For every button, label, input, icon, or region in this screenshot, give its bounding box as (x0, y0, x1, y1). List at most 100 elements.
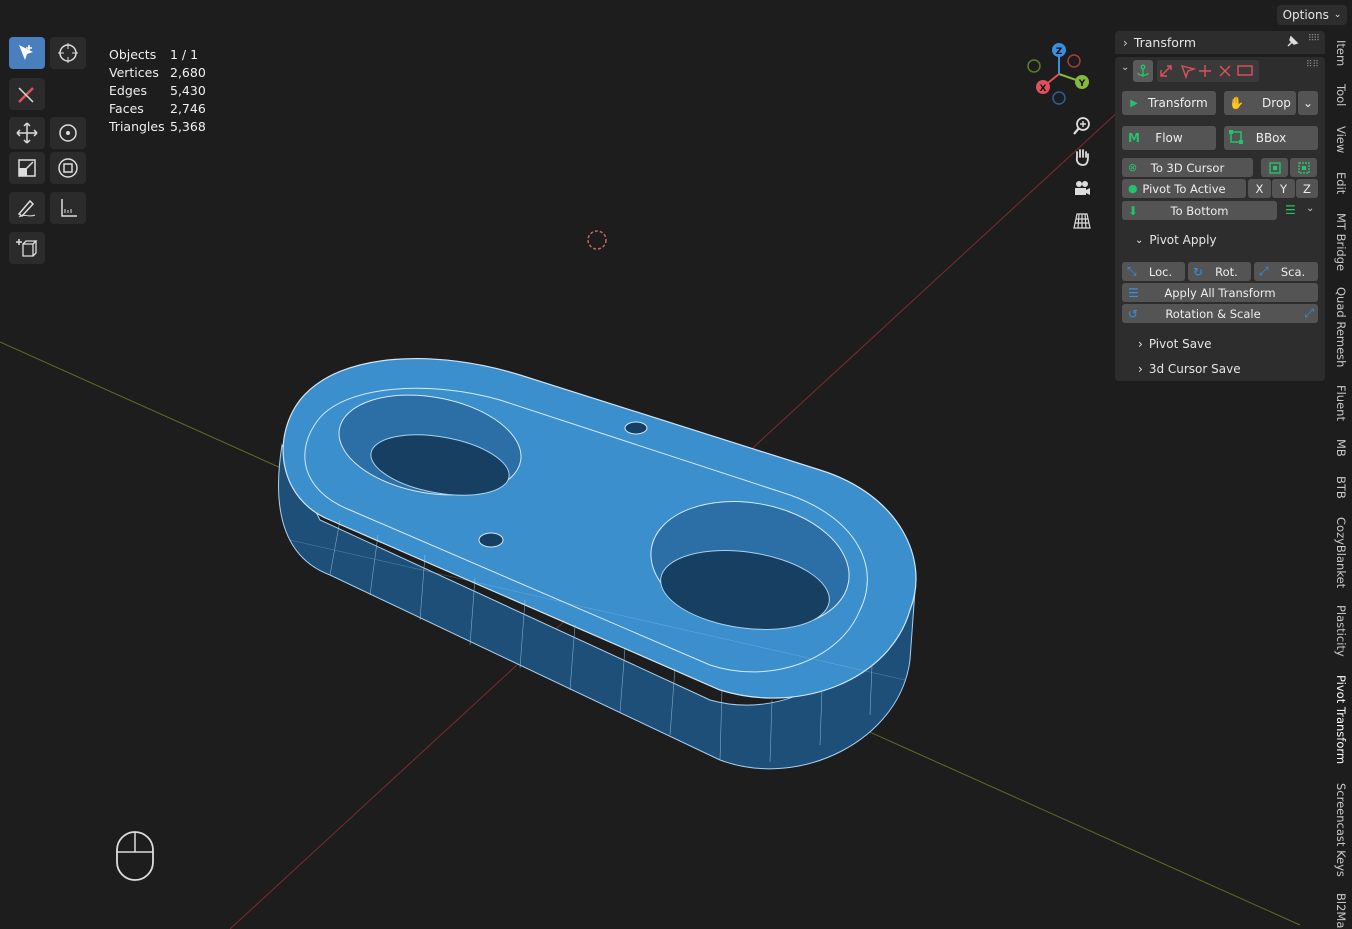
apply-all-transform-button[interactable]: ☰ Apply All Transform (1122, 283, 1318, 302)
rotate-tool[interactable] (50, 117, 86, 149)
rotation-icon: ↻ (1193, 264, 1204, 279)
transform-tool[interactable] (50, 152, 86, 184)
axis-gizmo[interactable]: Z Y X (1022, 40, 1096, 108)
select-box-tool[interactable] (9, 37, 45, 69)
cursor-target-icon: ⊗ (1128, 161, 1138, 174)
sidebar-tab-bl2ma[interactable]: Bl2Ma (1334, 893, 1348, 928)
sidebar-tab-fluent[interactable]: Fluent (1334, 385, 1348, 421)
to-3d-cursor-button[interactable]: ⊗ To 3D Cursor (1122, 158, 1253, 177)
stat-value: 2,746 (170, 101, 206, 116)
rotation-scale-button[interactable]: ↺ Rotation & Scale ⤢ (1122, 304, 1318, 323)
sidebar-tab-quad-remesh[interactable]: Quad Remesh (1334, 287, 1348, 367)
stat-value: 5,430 (170, 83, 206, 98)
origin-square-icon (1268, 161, 1281, 174)
sidebar-tab-mt-bridge[interactable]: MT Bridge (1334, 213, 1348, 271)
options-label: Options (1282, 8, 1329, 22)
transform-button[interactable]: ▶ Transform (1122, 91, 1216, 115)
mode-tabs[interactable] (1157, 60, 1259, 82)
camera-control[interactable] (1070, 177, 1094, 201)
gizmo-z-label: Z (1056, 47, 1063, 57)
mesh-small-hole-2 (478, 532, 504, 548)
measure-tool[interactable] (50, 192, 86, 224)
apply-rotation-button[interactable]: ↻ Rot. (1188, 262, 1251, 281)
drag-handle-icon[interactable]: ⠿⠿ (1308, 34, 1320, 44)
sidebar-tab-cozyblanket[interactable]: CozyBlanket (1334, 517, 1348, 588)
gizmo-x-label: X (1040, 84, 1047, 94)
chevron-down-icon: ⌄ (1333, 10, 1342, 20)
sliders-icon[interactable]: ☰ (1285, 203, 1296, 217)
anchor-mode-button[interactable] (1133, 60, 1153, 82)
bbox-button[interactable]: BBox (1224, 126, 1318, 150)
pivot-to-active-button[interactable]: ● Pivot To Active (1122, 179, 1246, 198)
options-dropdown[interactable]: Options ⌄ (1277, 5, 1347, 25)
annotate-tool[interactable] (9, 192, 45, 224)
stat-label: Edges (109, 83, 147, 98)
chevron-down-icon[interactable]: ⌄ (1121, 62, 1129, 73)
transform-panel-header[interactable]: › Transform ⠿⠿ (1115, 31, 1325, 54)
sidebar-tab-item[interactable]: Item (1334, 40, 1348, 66)
mesh-small-hole-1 (624, 421, 648, 435)
sidebar-tab-tool[interactable]: Tool (1334, 84, 1348, 106)
cursor-origin-button[interactable] (1261, 158, 1288, 177)
bbox-label: BBox (1255, 131, 1287, 145)
stat-row-objects: Objects 1 / 1 (109, 46, 206, 64)
chevron-down-icon[interactable]: ⌄ (1306, 203, 1314, 214)
rot-label: Rot. (1215, 264, 1238, 279)
sidebar-tab-btb[interactable]: BTB (1334, 476, 1348, 499)
selection-square-icon (1297, 161, 1310, 174)
sidebar-tab-screencast-keys[interactable]: Screencast Keys (1334, 783, 1348, 877)
axis-z-toggle[interactable]: Z (1296, 179, 1318, 198)
stat-row-faces: Faces 2,746 (109, 100, 206, 118)
tweak-icon (18, 87, 34, 103)
sidebar-tab-pivot-transform[interactable]: Pivot Transform (1334, 675, 1348, 764)
to-3d-cursor-label: To 3D Cursor (1150, 160, 1225, 175)
zoom-icon (1073, 117, 1090, 135)
stat-row-vertices: Vertices 2,680 (109, 64, 206, 82)
stat-label: Triangles (109, 119, 165, 134)
axis-x-toggle[interactable]: X (1248, 179, 1271, 198)
list-icon: ☰ (1128, 285, 1139, 300)
scale-tool[interactable] (9, 152, 45, 184)
sidebar-tab-view[interactable]: View (1334, 126, 1348, 153)
cursor-tool[interactable] (50, 37, 86, 69)
sidebar-tab-mb[interactable]: MB (1334, 439, 1348, 457)
drop-button[interactable]: ✋ Drop (1224, 91, 1296, 115)
flow-button[interactable]: M Flow (1122, 126, 1216, 150)
to-bottom-button[interactable]: ⬇ To Bottom (1122, 201, 1277, 220)
mode-icons (1160, 65, 1253, 79)
cursor-save-header[interactable]: › 3d Cursor Save (1138, 362, 1241, 376)
viewport-stats: Objects 1 / 1 Vertices 2,680 Edges 5,430 Fa… (109, 46, 206, 136)
perspective-control[interactable] (1070, 209, 1094, 233)
pin-icon[interactable] (1285, 35, 1299, 52)
anchor-icon (1137, 64, 1149, 77)
move-tool[interactable] (9, 117, 45, 149)
bbox-icon (1229, 129, 1243, 147)
zoom-control[interactable] (1070, 114, 1094, 138)
chevron-down-icon: ⌄ (1302, 96, 1314, 110)
move-arrows-icon (16, 122, 38, 144)
select-cursor-icon (19, 45, 33, 60)
pivot-save-header[interactable]: › Pivot Save (1138, 337, 1212, 351)
axis-z-label: Z (1303, 181, 1311, 196)
scale-icon (18, 159, 36, 177)
camera-icon (1075, 181, 1090, 195)
cursor-selection-button[interactable] (1290, 158, 1317, 177)
stat-value: 2,680 (170, 65, 206, 80)
3d-cursor-icon (587, 230, 607, 250)
drop-options-dropdown[interactable]: ⌄ (1298, 91, 1318, 115)
pivot-apply-header[interactable]: ⌄ Pivot Apply (1135, 233, 1217, 247)
rotate-icon (59, 124, 77, 142)
drag-handle-icon[interactable]: ⠿⠿ (1306, 60, 1319, 70)
m-icon: M (1128, 131, 1140, 145)
crosshair-icon (58, 43, 78, 63)
stat-value: 1 / 1 (170, 47, 199, 62)
sidebar-tab-edit[interactable]: Edit (1334, 172, 1348, 194)
apply-scale-button[interactable]: ⤢ Sca. (1254, 262, 1318, 281)
tweak-tool[interactable] (9, 78, 45, 110)
drop-label: Drop (1262, 96, 1291, 110)
add-cube-tool[interactable] (9, 232, 45, 264)
apply-location-button[interactable]: ⤡ Loc. (1122, 262, 1185, 281)
sidebar-tab-plasticity[interactable]: Plasticity (1334, 605, 1348, 657)
pan-control[interactable] (1070, 145, 1094, 169)
axis-y-toggle[interactable]: Y (1272, 179, 1295, 198)
